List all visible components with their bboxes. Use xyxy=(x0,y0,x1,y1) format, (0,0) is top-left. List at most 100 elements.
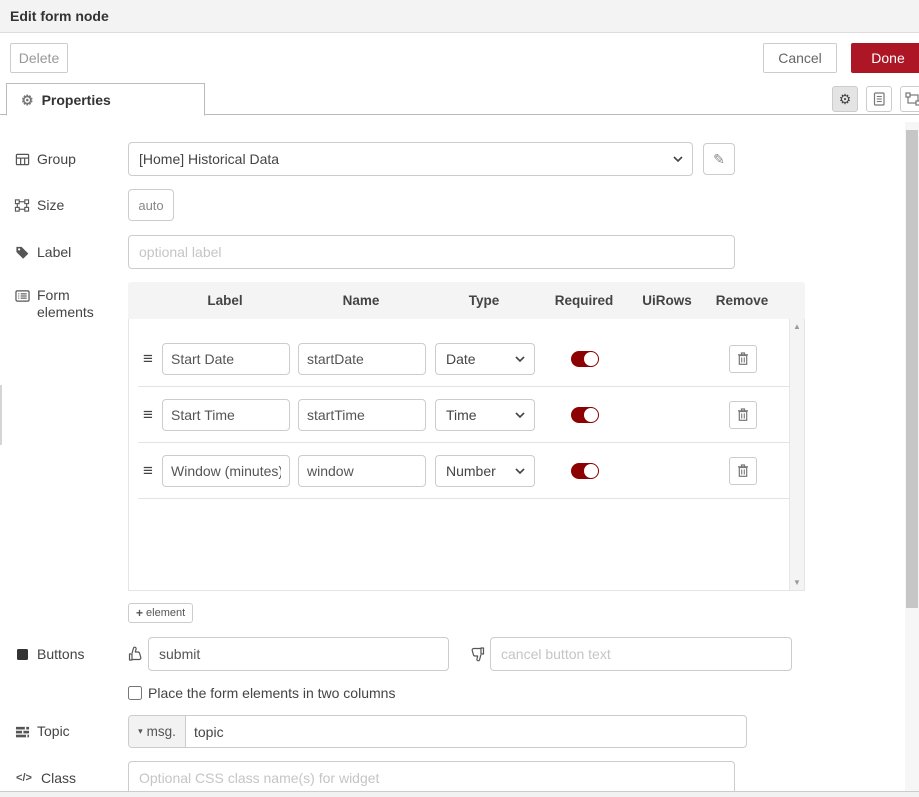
group-label: Group xyxy=(14,151,128,168)
appearance-panel-button[interactable] xyxy=(900,86,919,112)
object-group-icon xyxy=(905,91,919,107)
form-elements-table-header: Label Name Type Required UiRows Remove xyxy=(128,282,805,319)
trash-icon xyxy=(736,351,750,366)
scroll-down-icon[interactable]: ▼ xyxy=(793,578,801,587)
remove-element-button[interactable] xyxy=(729,345,757,373)
element-type-select[interactable]: Date xyxy=(435,343,535,375)
header-remove: Remove xyxy=(705,293,779,308)
trash-icon xyxy=(736,463,750,478)
element-label-input[interactable] xyxy=(162,343,290,375)
two-columns-label: Place the form elements in two columns xyxy=(148,685,395,701)
size-auto-button[interactable]: auto xyxy=(128,189,174,221)
element-type-select[interactable]: Time xyxy=(435,399,535,431)
drag-handle-icon[interactable]: ≡ xyxy=(138,406,158,423)
panel-edge xyxy=(0,385,2,445)
class-label: </> Class xyxy=(14,770,128,787)
drag-handle-icon[interactable]: ≡ xyxy=(138,462,158,479)
drag-handle-icon[interactable]: ≡ xyxy=(138,350,158,367)
remove-element-button[interactable] xyxy=(729,401,757,429)
edit-group-button[interactable]: ✎ xyxy=(703,143,735,175)
form-element-row: ≡ Number xyxy=(138,443,789,499)
dialog-toolbar: Delete Cancel Done xyxy=(0,33,919,83)
element-name-input[interactable] xyxy=(298,455,426,487)
class-input[interactable] xyxy=(128,761,735,795)
required-toggle[interactable] xyxy=(571,463,599,479)
two-columns-row: Place the form elements in two columns xyxy=(128,685,919,701)
class-row: </> Class xyxy=(14,761,919,795)
element-name-input[interactable] xyxy=(298,343,426,375)
form-element-row: ≡ Date xyxy=(138,331,789,387)
required-toggle[interactable] xyxy=(571,407,599,423)
label-input[interactable] xyxy=(128,235,735,269)
properties-panel-button[interactable]: ⚙ xyxy=(832,86,858,112)
topic-row: Topic ▾ msg. topic xyxy=(14,715,919,748)
group-select[interactable]: [Home] Historical Data xyxy=(128,142,693,176)
properties-form: Group [Home] Historical Data ✎ Size xyxy=(0,115,919,795)
header-uirows: UiRows xyxy=(629,293,705,308)
form-elements-list: ≡ Date xyxy=(128,319,805,591)
topic-typed-input: ▾ msg. topic xyxy=(128,715,747,748)
tag-icon xyxy=(14,245,30,260)
header-required: Required xyxy=(539,293,629,308)
delete-button[interactable]: Delete xyxy=(10,43,68,73)
two-columns-checkbox[interactable] xyxy=(128,686,142,700)
gear-icon: ⚙ xyxy=(21,93,34,107)
buttons-row: Buttons xyxy=(14,637,919,671)
done-button[interactable]: Done xyxy=(851,43,919,73)
size-row: Size auto xyxy=(14,189,919,221)
element-type-select[interactable]: Number xyxy=(435,455,535,487)
element-label-input[interactable] xyxy=(162,399,290,431)
square-icon xyxy=(14,648,30,661)
cancel-button[interactable]: Cancel xyxy=(763,43,837,73)
element-name-input[interactable] xyxy=(298,399,426,431)
add-element-button[interactable]: + element xyxy=(128,603,193,623)
table-icon xyxy=(14,152,30,167)
header-type: Type xyxy=(429,293,539,308)
gear-icon: ⚙ xyxy=(839,91,852,108)
submit-button-text-input[interactable] xyxy=(148,637,449,671)
group-row: Group [Home] Historical Data ✎ xyxy=(14,142,919,176)
plus-icon: + xyxy=(136,606,143,620)
required-toggle[interactable] xyxy=(571,351,599,367)
form-element-row: ≡ Time xyxy=(138,387,789,443)
dialog-scrollbar-thumb[interactable] xyxy=(906,130,918,608)
chevron-down-icon xyxy=(515,356,525,363)
form-elements-row: Form elements Label Name Type Required U… xyxy=(14,282,919,591)
topic-label: Topic xyxy=(14,723,128,740)
topic-type-select[interactable]: ▾ msg. xyxy=(129,716,186,747)
dialog-title: Edit form node xyxy=(0,0,919,33)
chevron-down-icon xyxy=(673,156,683,163)
buttons-label: Buttons xyxy=(14,646,128,663)
label-row: Label xyxy=(14,235,919,269)
tab-properties-label: Properties xyxy=(42,92,111,108)
chevron-down-icon xyxy=(515,412,525,419)
remove-element-button[interactable] xyxy=(729,457,757,485)
tasks-icon xyxy=(14,725,30,739)
size-label: Size xyxy=(14,197,128,214)
header-name: Name xyxy=(293,293,429,308)
document-icon xyxy=(871,91,887,107)
pencil-icon: ✎ xyxy=(713,151,725,167)
header-label: Label xyxy=(157,293,293,308)
chevron-down-icon xyxy=(515,468,525,475)
thumbs-up-icon xyxy=(128,646,144,662)
tab-bar: ⚙ Properties ⚙ xyxy=(0,83,919,115)
list-alt-icon xyxy=(14,289,30,303)
form-elements-table: Label Name Type Required UiRows Remove ≡… xyxy=(128,282,805,591)
list-scrollbar[interactable]: ▲ ▼ xyxy=(789,319,804,590)
dialog-scrollbar[interactable] xyxy=(905,122,919,791)
element-label-input[interactable] xyxy=(162,455,290,487)
label-label: Label xyxy=(14,244,128,261)
scroll-up-icon[interactable]: ▲ xyxy=(793,322,801,331)
description-panel-button[interactable] xyxy=(866,86,892,112)
tab-properties[interactable]: ⚙ Properties xyxy=(6,83,205,116)
form-elements-label: Form elements xyxy=(14,282,128,321)
object-group-icon xyxy=(14,198,30,213)
caret-down-icon: ▾ xyxy=(138,726,143,737)
topic-value-input[interactable]: topic xyxy=(186,716,746,747)
thumbs-down-icon xyxy=(469,646,485,662)
dialog-footer xyxy=(0,791,919,797)
trash-icon xyxy=(736,407,750,422)
code-icon: </> xyxy=(14,772,34,784)
cancel-button-text-input[interactable] xyxy=(490,637,792,671)
